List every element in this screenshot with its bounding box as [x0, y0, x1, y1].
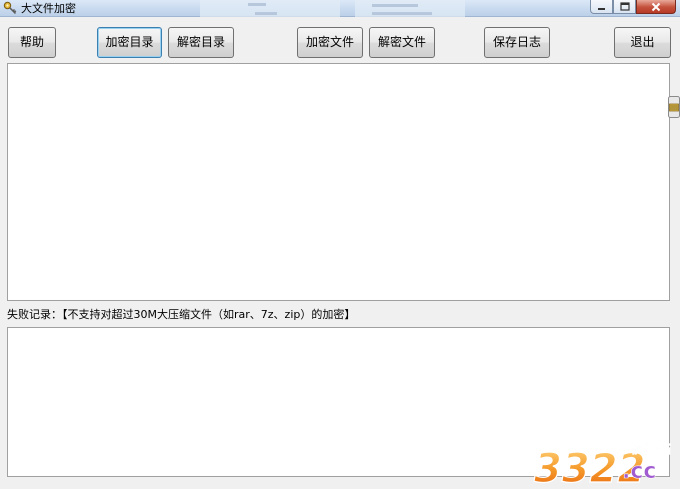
- side-scroll-handle-icon[interactable]: [668, 96, 680, 118]
- background-window-ghost: [372, 4, 418, 7]
- decrypt-file-button[interactable]: 解密文件: [369, 27, 435, 58]
- exit-button[interactable]: 退出: [614, 27, 671, 58]
- encrypt-file-button[interactable]: 加密文件: [297, 27, 363, 58]
- window-title-bar[interactable]: 大文件加密: [0, 0, 680, 17]
- decrypt-directory-button[interactable]: 解密目录: [168, 27, 234, 58]
- app-key-icon: [3, 1, 17, 15]
- close-button[interactable]: [636, 0, 676, 14]
- watermark-domain-suffix: .cc: [622, 459, 656, 484]
- watermark-logo-icon: 3322 软件站 .cc: [533, 440, 671, 489]
- failure-records-label: 失败记录：【不支持对超过30M大压缩文件（如rar、7z、zip）的加密】: [7, 308, 356, 321]
- encrypt-directory-button[interactable]: 加密目录: [97, 27, 162, 58]
- window-title: 大文件加密: [21, 2, 76, 15]
- maximize-icon: [619, 2, 630, 11]
- minimize-icon: [598, 8, 605, 10]
- save-log-button[interactable]: 保存日志: [484, 27, 550, 58]
- close-icon: [651, 2, 661, 11]
- log-textarea[interactable]: [7, 63, 670, 301]
- watermark-site-name: 软件站: [629, 440, 671, 457]
- minimize-button[interactable]: [590, 0, 613, 14]
- background-window-ghost: [255, 12, 277, 15]
- site-watermark-logo: 3322 软件站 .cc: [530, 436, 680, 489]
- background-window-ghost: [372, 12, 432, 15]
- help-button[interactable]: 帮助: [8, 27, 56, 58]
- maximize-button[interactable]: [613, 0, 636, 14]
- background-window-ghost: [248, 3, 266, 6]
